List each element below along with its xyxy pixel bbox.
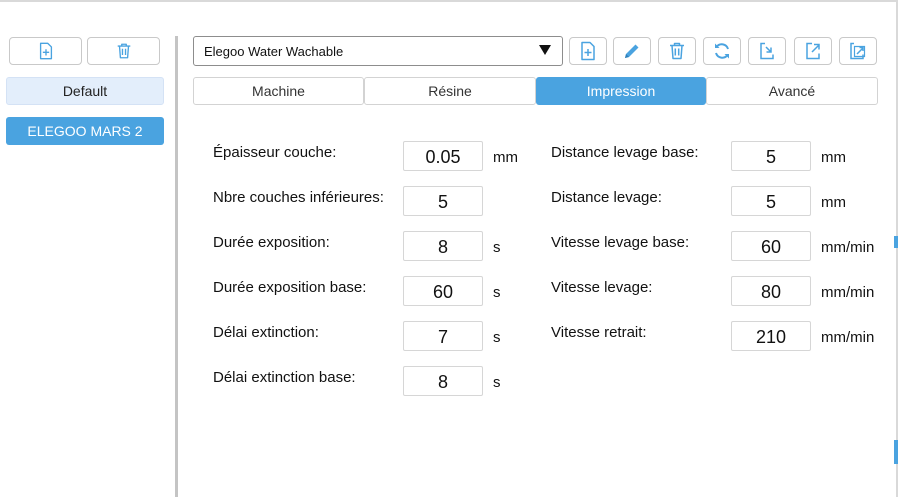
resin-select-value: Elegoo Water Wachable [204,43,344,59]
bottom-layers-label: Nbre couches inférieures: [213,189,384,206]
dropdown-arrow-icon [539,45,551,55]
tab-impression[interactable]: Impression [536,77,706,105]
bottom-lift-speed-input[interactable]: 60 [731,231,811,261]
scroll-indicator [894,236,898,248]
bottom-lift-distance-unit: mm [821,149,846,166]
import-icon [760,42,774,60]
import-button[interactable] [748,37,786,65]
tab-label: Machine [252,83,305,99]
lift-distance-input[interactable]: 5 [731,186,811,216]
pencil-icon [625,44,639,58]
bottom-lift-speed-unit: mm/min [821,239,875,256]
new-file-icon [39,42,52,60]
new-resin-button[interactable] [569,37,607,65]
tab-label: Résine [428,83,472,99]
share-icon [850,42,866,60]
light-off-delay-unit: s [493,329,501,346]
tab-label: Avancé [768,83,816,99]
panel-splitter[interactable] [175,36,178,497]
new-file-icon [581,41,595,61]
add-profile-button[interactable] [9,37,82,65]
bottom-light-off-delay-input[interactable]: 8 [403,366,483,396]
scroll-indicator-lower [894,440,898,464]
lift-speed-input[interactable]: 80 [731,276,811,306]
lift-distance-unit: mm [821,194,846,211]
tab-avance[interactable]: Avancé [706,77,878,105]
layer-height-input[interactable]: 0.05 [403,141,483,171]
light-off-delay-label: Délai extinction: [213,324,319,341]
profile-sidebar: Default ELEGOO MARS 2 [0,0,172,497]
layer-height-label: Épaisseur couche: [213,144,337,161]
bottom-lift-speed-label: Vitesse levage base: [551,234,690,251]
retract-speed-unit: mm/min [821,329,875,346]
resin-select[interactable]: Elegoo Water Wachable [193,36,563,66]
bottom-light-off-delay-unit: s [493,374,501,391]
export-icon [806,42,820,60]
exposure-time-unit: s [493,239,501,256]
delete-profile-button[interactable] [87,37,160,65]
tab-machine[interactable]: Machine [193,77,364,105]
bottom-exposure-unit: s [493,284,501,301]
bottom-layers-input[interactable]: 5 [403,186,483,216]
refresh-button[interactable] [703,37,741,65]
profile-item-elegoo-mars-2[interactable]: ELEGOO MARS 2 [6,117,164,145]
trash-icon [670,42,684,60]
lift-speed-unit: mm/min [821,284,875,301]
trash-icon [117,43,130,59]
profile-item-default[interactable]: Default [6,77,164,105]
tab-label: Impression [586,83,656,99]
exposure-time-input[interactable]: 8 [403,231,483,261]
share-button[interactable] [839,37,877,65]
refresh-icon [715,43,729,59]
edit-resin-button[interactable] [613,37,651,65]
lift-speed-label: Vitesse levage: [551,279,653,296]
layer-height-unit: mm [493,149,518,166]
light-off-delay-input[interactable]: 7 [403,321,483,351]
lift-distance-label: Distance levage: [551,189,662,206]
profile-label: Default [62,83,108,99]
tab-resine[interactable]: Résine [364,77,536,105]
bottom-lift-distance-label: Distance levage base: [551,144,699,161]
exposure-time-label: Durée exposition: [213,234,330,251]
delete-resin-button[interactable] [658,37,696,65]
bottom-light-off-delay-label: Délai extinction base: [213,369,356,386]
bottom-exposure-input[interactable]: 60 [403,276,483,306]
bottom-exposure-label: Durée exposition base: [213,279,367,296]
profile-label: ELEGOO MARS 2 [27,123,143,139]
bottom-lift-distance-input[interactable]: 5 [731,141,811,171]
retract-speed-input[interactable]: 210 [731,321,811,351]
retract-speed-label: Vitesse retrait: [551,324,647,341]
export-button[interactable] [794,37,832,65]
